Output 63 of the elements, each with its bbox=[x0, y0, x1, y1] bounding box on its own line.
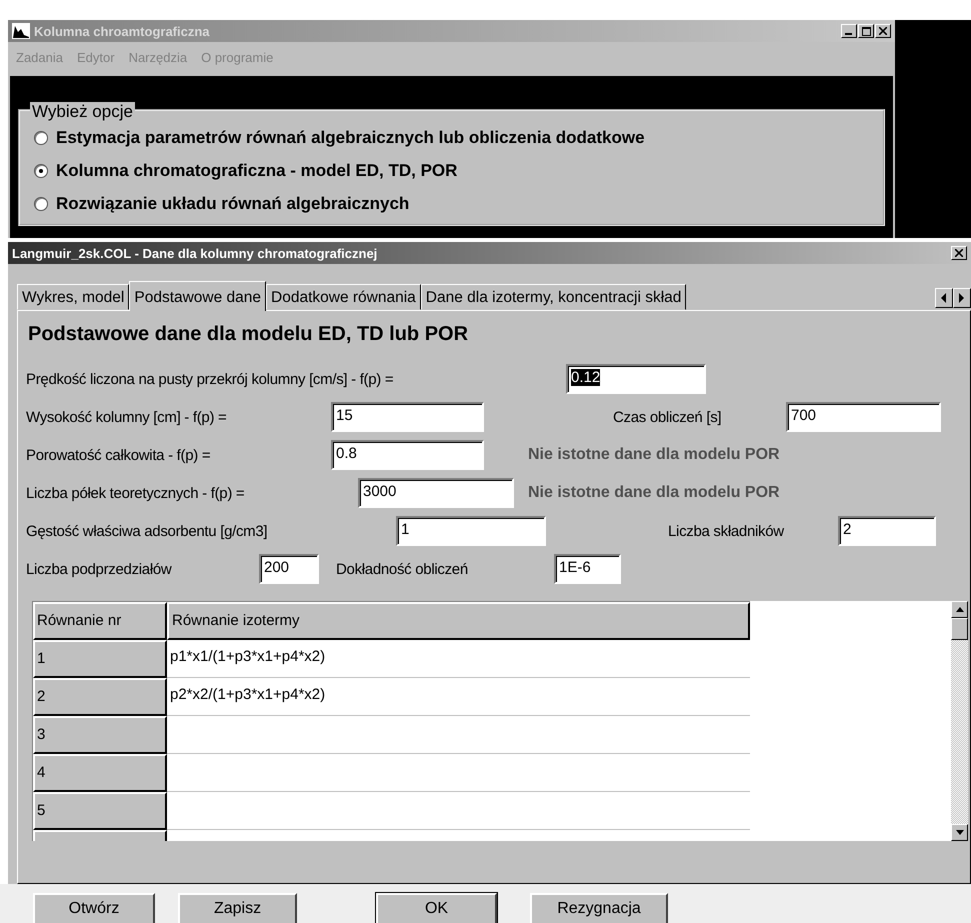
input-field[interactable]: 0.12 bbox=[566, 364, 706, 394]
scroll-right-button[interactable] bbox=[953, 288, 971, 308]
input-field[interactable]: 1 bbox=[396, 516, 546, 546]
field-label: Gęstość właściwa adsorbentu [g/cm3] bbox=[26, 522, 268, 540]
left-arrow-icon bbox=[941, 293, 947, 303]
row-header[interactable]: 4 bbox=[33, 754, 167, 792]
note-text: Nie istotne dane dla modelu POR bbox=[528, 484, 780, 502]
column-header: Równanie izotermy bbox=[167, 602, 750, 640]
field-label: Liczba półek teoretycznych - f(p) = bbox=[26, 484, 246, 502]
minimize-button[interactable] bbox=[841, 24, 857, 38]
field-label: Porowatość całkowita - f(p) = bbox=[26, 446, 212, 464]
field-label: Liczba składników bbox=[668, 522, 785, 540]
input-field[interactable]: 1E-6 bbox=[554, 554, 621, 584]
row-header[interactable]: 2 bbox=[33, 678, 167, 716]
option-label[interactable]: Kolumna chromatograficzna - model ED, TD, POR bbox=[56, 160, 458, 180]
input-field[interactable]: 2 bbox=[838, 516, 936, 546]
close-button[interactable] bbox=[951, 246, 967, 260]
input-field[interactable]: 700 bbox=[786, 402, 941, 432]
maximize-icon bbox=[862, 26, 870, 36]
option-label[interactable]: Rozwiązanie układu równań algebraicznych bbox=[56, 194, 410, 214]
column-header: Równanie nr bbox=[33, 602, 167, 640]
tab[interactable]: Podstawowe dane bbox=[129, 281, 266, 311]
field-label: Liczba podprzedziałów bbox=[26, 560, 173, 578]
field-label: Wysokość kolumny [cm] - f(p) = bbox=[26, 408, 228, 426]
up-arrow-icon bbox=[956, 607, 964, 612]
right-arrow-icon bbox=[959, 293, 965, 303]
close-icon bbox=[955, 249, 963, 257]
table-cell[interactable]: p2*x2/(1+p3*x1+p4*x2) bbox=[167, 678, 750, 716]
radio-button[interactable] bbox=[34, 164, 48, 178]
dialog-title: Langmuir_2sk.COL - Dane dla kolumny chromatograficznej bbox=[12, 246, 378, 260]
row-header[interactable]: 1 bbox=[33, 640, 167, 678]
radio-button[interactable] bbox=[34, 196, 48, 210]
scrollbar-thumb[interactable] bbox=[951, 618, 968, 640]
option-label[interactable]: Estymacja parametrów równań algebraicznych lub obliczenia dodatkowe bbox=[56, 128, 645, 148]
note-text: Nie istotne dane dla modelu POR bbox=[528, 446, 780, 464]
scrollbar[interactable] bbox=[951, 601, 968, 841]
row-header[interactable]: 5 bbox=[33, 792, 167, 830]
input-field[interactable]: 3000 bbox=[358, 478, 514, 508]
dialog-button[interactable]: Zapisz bbox=[178, 893, 297, 923]
input-field[interactable]: 200 bbox=[259, 554, 319, 584]
field-label: Prędkość liczona na pusty przekrój kolumny [cm/s] - f(p) = bbox=[26, 370, 394, 388]
dialog-button[interactable]: Rezygnacja bbox=[530, 893, 668, 923]
tab[interactable]: Dodatkowe równania bbox=[266, 284, 421, 310]
close-button[interactable] bbox=[875, 24, 891, 38]
input-field[interactable]: 15 bbox=[331, 402, 484, 432]
field-label: Czas obliczeń [s] bbox=[613, 408, 722, 426]
radio-button[interactable] bbox=[34, 130, 48, 144]
row-header[interactable]: 3 bbox=[33, 716, 167, 754]
maximize-button[interactable] bbox=[858, 24, 874, 38]
table-cell[interactable]: p1*x1/(1+p3*x1+p4*x2) bbox=[167, 640, 750, 678]
window-title: Kolumna chroamtograficzna bbox=[34, 24, 211, 38]
dialog-button[interactable]: Otwórz bbox=[33, 893, 155, 923]
input-field[interactable]: 0.8 bbox=[331, 440, 484, 470]
scroll-left-button[interactable] bbox=[935, 288, 953, 308]
tab[interactable]: Wykres, model bbox=[17, 284, 130, 310]
section-heading: Podstawowe dane dla modelu ED, TD lub POR bbox=[28, 322, 470, 347]
close-icon bbox=[879, 27, 887, 35]
tab[interactable]: Dane dla izotermy, koncentracji skład bbox=[420, 284, 686, 310]
field-label: Dokładność obliczeń bbox=[336, 560, 469, 578]
group-legend: Wybież opcje bbox=[30, 102, 135, 122]
chart-icon bbox=[12, 23, 30, 39]
dialog-button[interactable]: OK bbox=[376, 893, 497, 923]
down-arrow-icon bbox=[956, 830, 964, 835]
